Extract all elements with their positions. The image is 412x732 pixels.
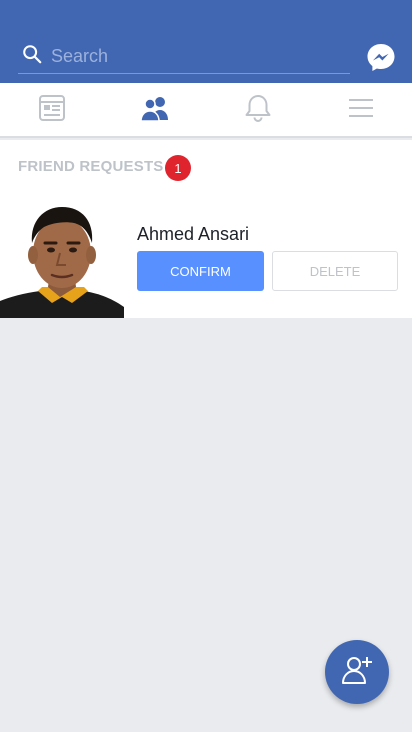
search-input[interactable] [51,46,341,67]
friend-requests-section: FRIEND REQUESTS 1 Ahmed Ansari CONFIRM D… [0,140,412,318]
avatar[interactable] [0,193,124,318]
tab-friends[interactable] [103,83,206,138]
tab-bar [0,83,412,138]
search-bar[interactable] [18,40,350,74]
request-count-badge: 1 [165,155,191,181]
friends-icon [139,93,170,128]
delete-button[interactable]: DELETE [272,251,398,291]
messenger-icon[interactable] [366,42,396,72]
add-friend-icon [340,653,374,692]
tab-news-feed[interactable] [0,83,103,138]
news-feed-icon [37,93,67,128]
search-icon [18,43,43,70]
confirm-button[interactable]: CONFIRM [137,251,264,291]
requester-name[interactable]: Ahmed Ansari [137,224,249,245]
bell-icon [243,93,273,128]
menu-icon [346,93,376,128]
friend-requests-title: FRIEND REQUESTS [18,158,164,175]
tab-menu[interactable] [309,83,412,138]
add-friend-button[interactable] [325,640,389,704]
tab-notifications[interactable] [206,83,309,138]
top-bar [0,0,412,83]
